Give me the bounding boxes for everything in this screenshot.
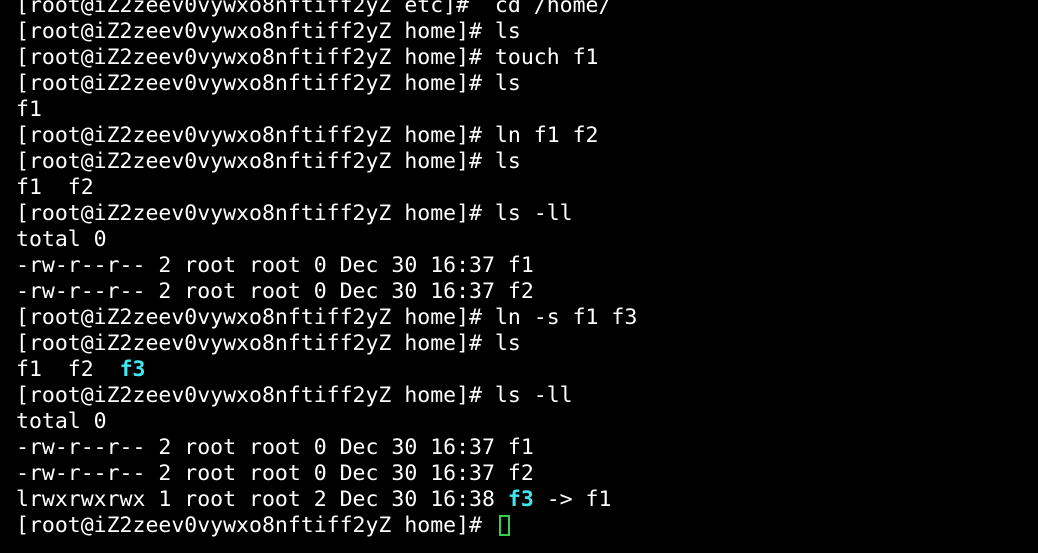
- terminal-line: [root@iZ2zeev0vywxo8nftiff2yZ home]# ls: [16, 19, 521, 44]
- terminal-line: -rw-r--r-- 2 root root 0 Dec 30 16:37 f2: [16, 279, 534, 304]
- text-cursor[interactable]: [498, 515, 510, 536]
- ls-output-text: f1 f2: [16, 357, 120, 382]
- shell-prompt: [root@iZ2zeev0vywxo8nftiff2yZ home]#: [16, 513, 495, 538]
- terminal-line: [root@iZ2zeev0vywxo8nftiff2yZ home]# ls: [16, 71, 521, 96]
- terminal-line: -rw-r--r-- 2 root root 0 Dec 30 16:37 f2: [16, 461, 534, 486]
- terminal-line: total 0: [16, 227, 107, 252]
- symlink-name: f3: [507, 487, 534, 512]
- terminal-line: [root@iZ2zeev0vywxo8nftiff2yZ home]# ln …: [16, 123, 599, 148]
- terminal-prompt-line[interactable]: [root@iZ2zeev0vywxo8nftiff2yZ home]#: [16, 513, 510, 539]
- terminal-line: [root@iZ2zeev0vywxo8nftiff2yZ home]# ln …: [16, 305, 638, 330]
- symlink-name: f3: [119, 357, 146, 382]
- terminal-line: f1 f2 f3: [16, 357, 145, 383]
- ls-output-text: -> f1: [533, 487, 612, 512]
- terminal-line: total 0: [16, 409, 107, 434]
- terminal-line: f1: [16, 97, 42, 122]
- terminal-line: [root@iZ2zeev0vywxo8nftiff2yZ home]# ls …: [16, 383, 573, 408]
- terminal-line: [root@iZ2zeev0vywxo8nftiff2yZ home]# ls: [16, 149, 521, 174]
- terminal-line: [root@iZ2zeev0vywxo8nftiff2yZ home]# ls: [16, 331, 521, 356]
- terminal-line: f1 f2: [16, 175, 94, 200]
- terminal-window[interactable]: [root@iZ2zeev0vywxo8nftiff2yZ etc]# cd /…: [0, 0, 1038, 553]
- terminal-line: lrwxrwxrwx 1 root root 2 Dec 30 16:38 f3…: [16, 487, 611, 513]
- terminal-line: [root@iZ2zeev0vywxo8nftiff2yZ home]# tou…: [16, 45, 599, 70]
- terminal-line: [root@iZ2zeev0vywxo8nftiff2yZ etc]# cd /…: [16, 0, 612, 18]
- terminal-line: -rw-r--r-- 2 root root 0 Dec 30 16:37 f1: [16, 435, 534, 460]
- ls-output-text: lrwxrwxrwx 1 root root 2 Dec 30 16:38: [16, 487, 508, 512]
- terminal-line: [root@iZ2zeev0vywxo8nftiff2yZ home]# ls …: [16, 201, 573, 226]
- terminal-line: -rw-r--r-- 2 root root 0 Dec 30 16:37 f1: [16, 253, 534, 278]
